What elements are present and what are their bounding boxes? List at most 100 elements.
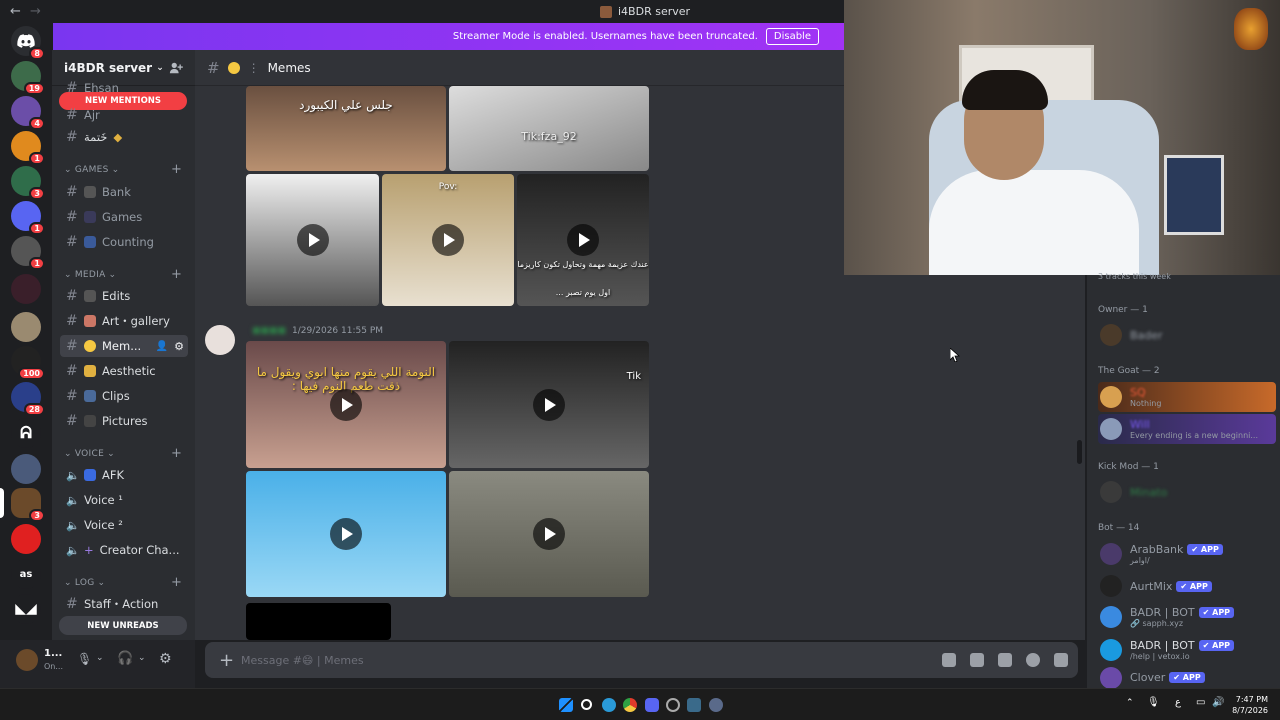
message-input[interactable]: Message #😄 | Memes xyxy=(241,654,364,667)
voice-channel-creator[interactable]: 🔈 + Creator Cha... xyxy=(60,539,188,561)
member-item[interactable]: Bader xyxy=(1098,320,1276,350)
headphones-icon[interactable]: 🎧 xyxy=(117,651,133,666)
video-attachment[interactable]: جلس علي الكيبورد xyxy=(246,86,446,171)
apps-icon[interactable] xyxy=(1054,653,1068,667)
play-icon[interactable] xyxy=(330,388,362,421)
microphone-icon[interactable]: 🎙 xyxy=(77,652,92,666)
gif-icon[interactable] xyxy=(970,653,984,667)
app-icon[interactable] xyxy=(687,698,701,712)
channel-aesthetic[interactable]: # Aesthetic xyxy=(60,360,188,382)
attach-plus-icon[interactable]: + xyxy=(219,650,241,671)
windows-start-icon[interactable] xyxy=(559,698,573,712)
server-icon[interactable]: 19 xyxy=(11,61,45,95)
channel-pictures[interactable]: # Pictures xyxy=(60,410,188,432)
video-attachment[interactable] xyxy=(246,603,391,640)
microphone-tray-icon[interactable]: 🎙 xyxy=(1147,697,1160,708)
video-attachment[interactable]: النومة اللي يقوم منها ابوي ويقول ما ذقت … xyxy=(246,341,446,468)
search-icon[interactable] xyxy=(581,699,592,710)
member-item[interactable]: Will Every ending is a new beginni... xyxy=(1098,414,1276,444)
chrome-icon[interactable] xyxy=(623,698,637,712)
voice-channel-2[interactable]: 🔈 Voice ² xyxy=(60,514,188,536)
network-icon[interactable]: ▭ xyxy=(1196,697,1205,708)
category-games[interactable]: ⌄ GAMES ⌄ xyxy=(64,165,119,175)
server-icon[interactable]: 1 xyxy=(11,236,45,270)
avatar[interactable] xyxy=(205,325,235,355)
video-attachment[interactable]: Tik:fza_92 xyxy=(449,86,649,171)
category-voice[interactable]: ⌄ VOICE ⌄ xyxy=(64,449,115,459)
add-channel-icon[interactable]: + xyxy=(171,267,182,282)
add-channel-icon[interactable]: + xyxy=(171,446,182,461)
chevron-up-icon[interactable]: ⌃ xyxy=(1126,698,1134,708)
category-media[interactable]: ⌄ MEDIA ⌄ xyxy=(64,270,116,280)
play-icon[interactable] xyxy=(296,224,329,256)
volume-icon[interactable]: 🔊 xyxy=(1212,697,1224,708)
server-icon[interactable] xyxy=(11,312,41,342)
channel-clips[interactable]: # Clips xyxy=(60,385,188,407)
play-icon[interactable] xyxy=(533,518,565,550)
member-item[interactable]: SQ Nothing xyxy=(1098,382,1276,412)
channel-edits[interactable]: # Edits xyxy=(60,285,188,307)
server-icon[interactable]: 28 xyxy=(11,382,45,416)
member-item[interactable]: ArabBank ✔ APP اوامر/ xyxy=(1098,539,1276,569)
video-attachment[interactable] xyxy=(246,174,379,306)
channel-counting[interactable]: # Counting xyxy=(60,231,188,253)
member-item[interactable]: BADR | BOT ✔ APP/help | vetox.io xyxy=(1098,635,1276,665)
channel-ajr[interactable]: # Ajr xyxy=(60,104,188,126)
user-settings-gear-icon[interactable]: ⚙ xyxy=(159,651,172,667)
video-attachment[interactable] xyxy=(449,471,649,597)
discord-taskbar-icon[interactable] xyxy=(645,698,659,712)
settings-gear-icon[interactable]: ⚙ xyxy=(174,340,184,353)
server-icon[interactable]: 1 xyxy=(11,131,45,165)
invite-icon[interactable]: 👤 xyxy=(156,341,168,352)
current-server-icon[interactable]: 3 xyxy=(11,488,45,522)
channel-art-gallery[interactable]: # Art・gallery xyxy=(60,310,188,332)
server-icon[interactable]: 4 xyxy=(11,96,45,130)
settings-icon[interactable] xyxy=(709,698,723,712)
gift-icon[interactable] xyxy=(942,653,956,667)
edge-browser-icon[interactable] xyxy=(602,698,616,712)
channel-bank[interactable]: # Bank xyxy=(60,181,188,203)
invite-people-icon[interactable] xyxy=(169,61,183,75)
video-attachment[interactable]: Pov: xyxy=(382,174,514,306)
voice-channel-afk[interactable]: 🔈 AFK xyxy=(60,464,188,486)
channel-staff-action[interactable]: # Staff・Action xyxy=(60,593,188,615)
server-icon[interactable]: as xyxy=(11,559,41,589)
channel-memes[interactable]: # Mem... 👤 ⚙ xyxy=(60,335,188,357)
video-attachment[interactable]: Tik xyxy=(449,341,649,468)
channel-khatma[interactable]: # خَتمة ◆ xyxy=(60,126,188,148)
server-icon[interactable] xyxy=(11,524,41,554)
app-icon[interactable] xyxy=(666,698,680,712)
video-attachment[interactable] xyxy=(246,471,446,597)
avatar[interactable] xyxy=(16,649,38,671)
member-item[interactable]: Clover ✔ APP xyxy=(1098,667,1276,688)
server-icon[interactable]: ◣◢ xyxy=(11,594,41,624)
scrollbar[interactable] xyxy=(1077,440,1082,464)
server-icon[interactable] xyxy=(11,454,41,484)
system-clock[interactable]: 7:47 PM 8/7/2026 xyxy=(1232,694,1268,716)
member-item[interactable]: Minato xyxy=(1098,477,1276,507)
disable-streamer-button[interactable]: Disable xyxy=(765,28,819,45)
member-item[interactable]: AurtMix ✔ APP xyxy=(1098,571,1276,601)
category-log[interactable]: ⌄ LOG ⌄ xyxy=(64,578,105,588)
play-icon[interactable] xyxy=(567,224,599,256)
forward-arrow-icon[interactable]: → xyxy=(30,4,41,19)
play-icon[interactable] xyxy=(432,224,464,256)
server-icon[interactable]: 1 xyxy=(11,201,45,235)
new-unreads-pill[interactable]: NEW UNREADS xyxy=(59,616,187,635)
chevron-down-icon[interactable]: ⌄ xyxy=(96,653,104,663)
play-icon[interactable] xyxy=(330,518,362,550)
server-icon[interactable]: 100 xyxy=(11,346,45,380)
server-icon[interactable]: ᕱ xyxy=(11,418,41,448)
channel-games[interactable]: # Games xyxy=(60,206,188,228)
sticker-icon[interactable] xyxy=(998,653,1012,667)
author-name[interactable]: ■■■■ xyxy=(252,326,286,336)
chevron-down-icon[interactable]: ⌄ xyxy=(138,653,146,663)
emoji-icon[interactable] xyxy=(1026,653,1040,667)
back-arrow-icon[interactable]: ← xyxy=(10,4,21,19)
server-icon[interactable]: 3 xyxy=(11,166,45,200)
message-composer[interactable]: + Message #😄 | Memes xyxy=(205,642,1078,678)
language-indicator[interactable]: ع xyxy=(1175,697,1181,708)
play-icon[interactable] xyxy=(533,388,565,421)
voice-channel-1[interactable]: 🔈 Voice ¹ xyxy=(60,489,188,511)
server-icon[interactable] xyxy=(11,274,41,304)
